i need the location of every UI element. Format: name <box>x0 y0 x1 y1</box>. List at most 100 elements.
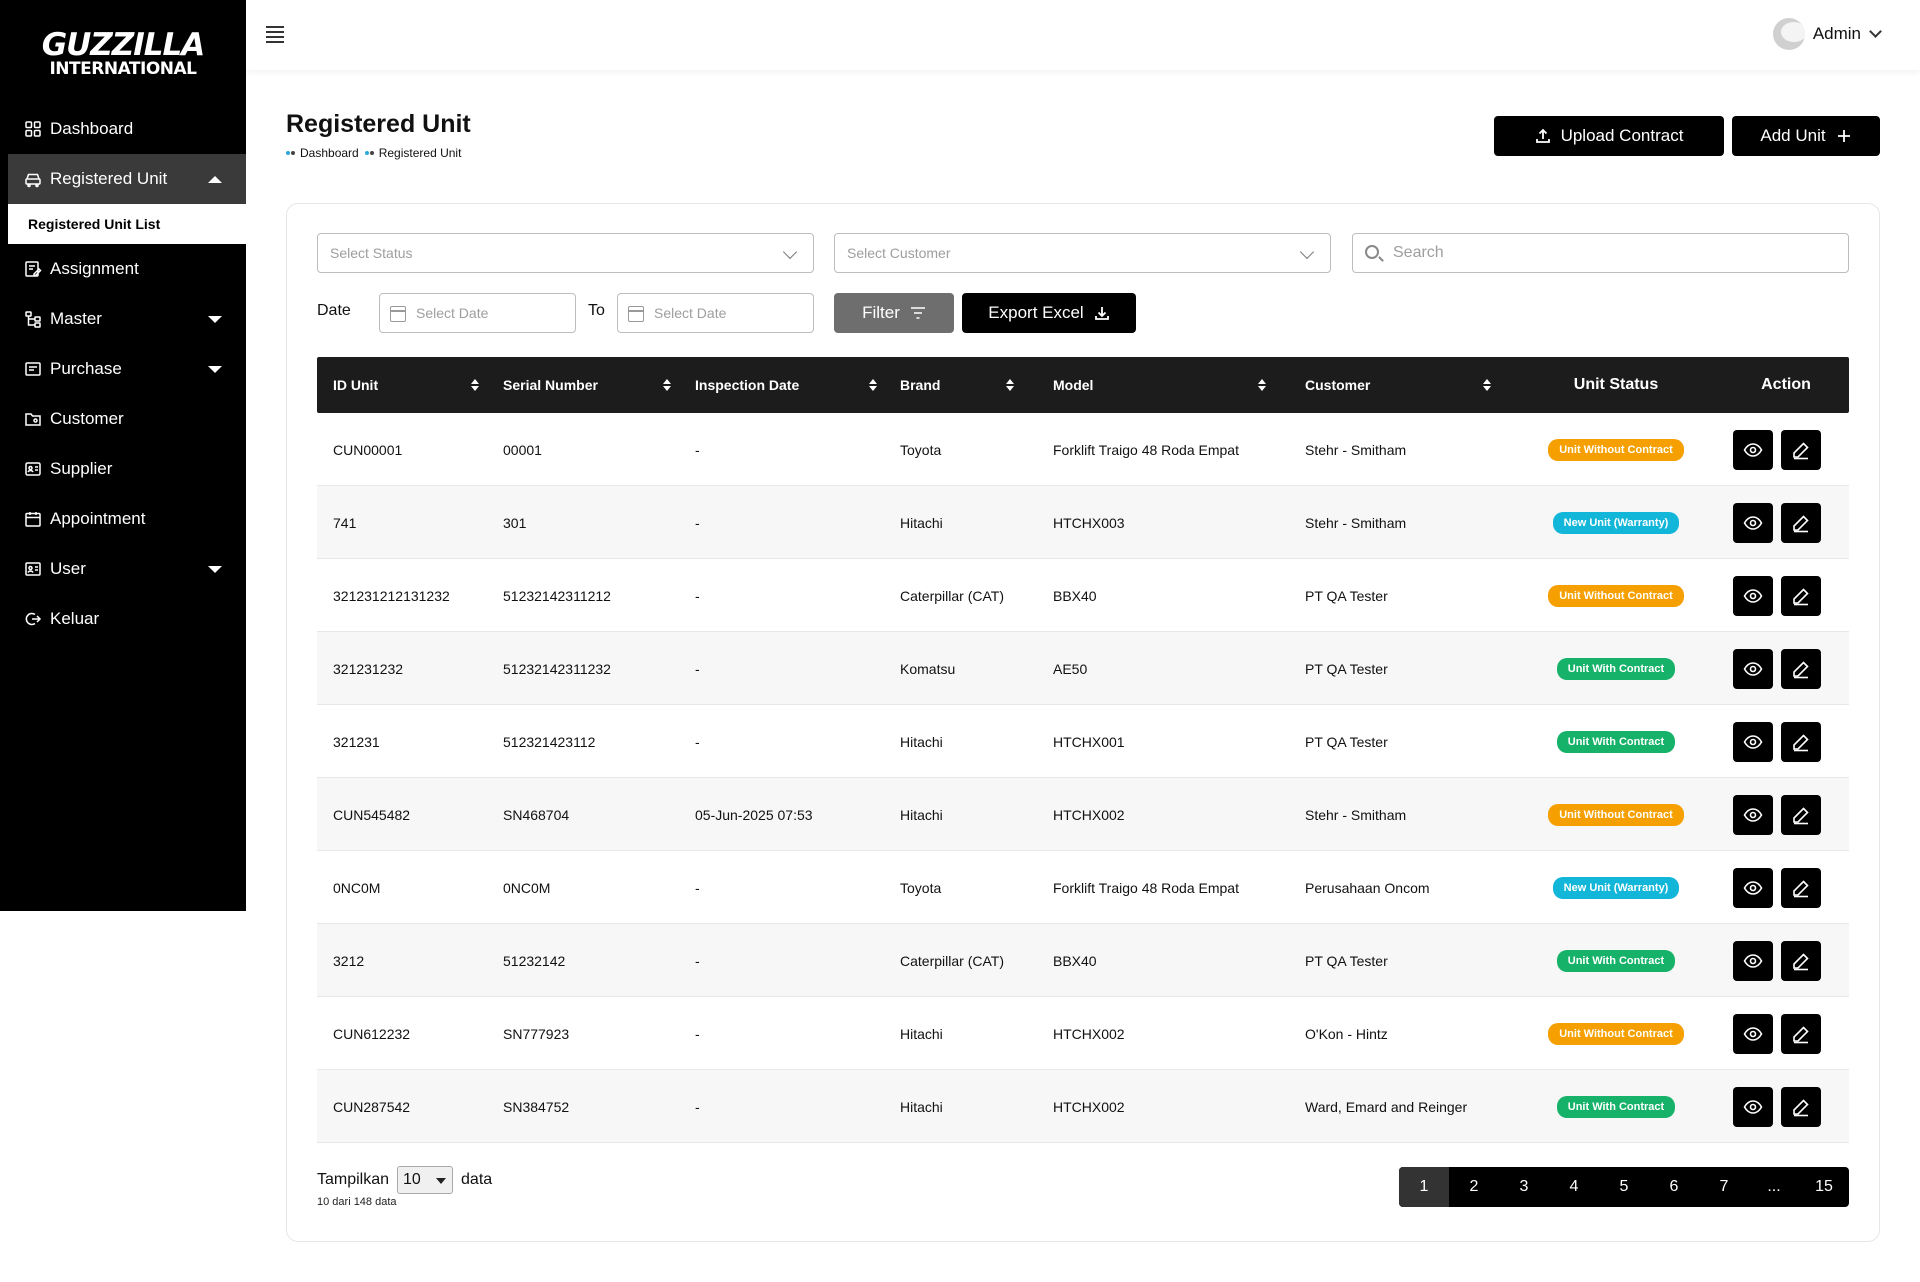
page-size-select[interactable]: 10 <box>397 1166 454 1194</box>
export-excel-button[interactable]: Export Excel <box>962 293 1136 333</box>
cell-unit-status: Unit With Contract <box>1513 632 1719 705</box>
sidebar-item-appointment[interactable]: Appointment <box>0 494 246 544</box>
view-button[interactable] <box>1733 576 1773 616</box>
view-button[interactable] <box>1733 941 1773 981</box>
cell-serial-number: 51232142311232 <box>503 660 611 677</box>
status-select[interactable]: Select Status <box>317 233 814 273</box>
chevron-down-icon <box>1299 244 1315 260</box>
status-select-placeholder: Select Status <box>330 245 413 261</box>
view-button[interactable] <box>1733 1087 1773 1127</box>
sidebar: GUZZILLA INTERNATIONAL Dashboard Registe… <box>0 0 246 911</box>
col-brand[interactable]: Brand <box>900 357 1020 413</box>
cell-unit-status: Unit With Contract <box>1513 924 1719 997</box>
col-model[interactable]: Model <box>1053 357 1273 413</box>
user-menu[interactable]: Admin <box>1772 18 1882 50</box>
page-button-1[interactable]: 1 <box>1399 1167 1449 1207</box>
sidebar-item-keluar[interactable]: Keluar <box>0 594 246 644</box>
view-button[interactable] <box>1733 430 1773 470</box>
edit-button[interactable] <box>1781 941 1821 981</box>
status-badge: Unit Without Contract <box>1548 438 1684 461</box>
search-input[interactable]: Search <box>1352 233 1849 273</box>
cell-model: HTCHX002 <box>1053 806 1125 823</box>
date-to-placeholder: Select Date <box>654 305 727 321</box>
chevron-down-icon <box>1869 25 1882 38</box>
col-serial-number[interactable]: Serial Number <box>503 357 671 413</box>
folder-user-icon <box>24 410 42 428</box>
page-button-7[interactable]: 7 <box>1699 1167 1749 1207</box>
status-badge: Unit With Contract <box>1556 657 1676 680</box>
date-from-input[interactable]: Select Date <box>379 293 576 333</box>
breadcrumb-dot-icon <box>286 148 296 158</box>
cell-unit-status: Unit Without Contract <box>1513 997 1719 1070</box>
sidebar-item-supplier[interactable]: Supplier <box>0 444 246 494</box>
cell-customer: Stehr - Smitham <box>1305 514 1407 531</box>
page-button-5[interactable]: 5 <box>1599 1167 1649 1207</box>
customer-select[interactable]: Select Customer <box>834 233 1331 273</box>
pagination: 1 2 3 4 5 6 7... 15 <box>1399 1167 1849 1207</box>
eye-icon <box>1743 1027 1763 1041</box>
sidebar-item-user[interactable]: User <box>0 544 246 594</box>
view-button[interactable] <box>1733 868 1773 908</box>
page-button-2[interactable]: 2 <box>1449 1167 1499 1207</box>
edit-button[interactable] <box>1781 1014 1821 1054</box>
sidebar-item-customer[interactable]: Customer <box>0 394 246 444</box>
breadcrumb-dashboard[interactable]: Dashboard <box>300 146 359 160</box>
breadcrumb-registered-unit: Registered Unit <box>378 146 462 160</box>
page-button-4[interactable]: 4 <box>1549 1167 1599 1207</box>
cell-serial-number: SN777923 <box>503 1025 570 1042</box>
page-button-6[interactable]: 6 <box>1649 1167 1699 1207</box>
sidebar-subitem-registered-unit-list[interactable]: Registered Unit List <box>8 204 246 244</box>
cell-serial-number: 51232142311212 <box>503 587 611 604</box>
sidebar-item-purchase[interactable]: Purchase <box>0 344 246 394</box>
cell-unit-status: Unit With Contract <box>1513 1070 1719 1143</box>
page-button-3[interactable]: 3 <box>1499 1167 1549 1207</box>
sort-icon <box>471 379 479 391</box>
hierarchy-icon <box>24 310 42 328</box>
sidebar-item-assignment[interactable]: Assignment <box>0 244 246 294</box>
avatar <box>1772 18 1805 50</box>
date-to-input[interactable]: Select Date <box>617 293 814 333</box>
col-inspection-date[interactable]: Inspection Date <box>695 357 877 413</box>
page-button-15[interactable]: 15 <box>1799 1167 1849 1207</box>
add-unit-label: Add Unit <box>1760 126 1826 145</box>
eye-icon <box>1743 1100 1763 1114</box>
cell-unit-status: Unit Without Contract <box>1513 778 1719 851</box>
clipboard-edit-icon <box>24 260 42 278</box>
cell-customer: O'Kon - Hintz <box>1305 1025 1388 1042</box>
sidebar-item-master[interactable]: Master <box>0 294 246 344</box>
cell-id-unit: 3212 <box>333 952 365 969</box>
col-id-unit[interactable]: ID Unit <box>333 357 479 413</box>
edit-button[interactable] <box>1781 722 1821 762</box>
view-button[interactable] <box>1733 503 1773 543</box>
cell-model: HTCHX003 <box>1053 514 1125 531</box>
edit-button[interactable] <box>1781 430 1821 470</box>
view-button[interactable] <box>1733 722 1773 762</box>
table-row: 3212 51232142 - Caterpillar (CAT) BBX40 PT QA… <box>317 924 1849 997</box>
col-customer[interactable]: Customer <box>1305 357 1505 413</box>
col-label: Action <box>1761 376 1811 393</box>
download-icon <box>1094 307 1109 320</box>
sidebar-item-registered-unit[interactable]: Registered Unit <box>8 154 246 204</box>
col-label: Unit Status <box>1573 376 1659 393</box>
cell-model: HTCHX001 <box>1053 733 1125 750</box>
add-unit-button[interactable]: Add Unit <box>1732 116 1880 156</box>
cell-inspection-date: - <box>695 587 700 604</box>
edit-button[interactable] <box>1781 1087 1821 1127</box>
edit-button[interactable] <box>1781 503 1821 543</box>
filter-button[interactable]: Filter <box>834 293 954 333</box>
edit-button[interactable] <box>1781 649 1821 689</box>
cell-serial-number: 51232142 <box>503 952 566 969</box>
view-button[interactable] <box>1733 1014 1773 1054</box>
cell-serial-number: SN384752 <box>503 1098 570 1115</box>
view-button[interactable] <box>1733 649 1773 689</box>
menu-icon[interactable] <box>266 26 284 43</box>
edit-button[interactable] <box>1781 576 1821 616</box>
edit-button[interactable] <box>1781 868 1821 908</box>
search-icon <box>1365 245 1379 259</box>
data-label: data <box>461 1171 493 1188</box>
view-button[interactable] <box>1733 795 1773 835</box>
edit-button[interactable] <box>1781 795 1821 835</box>
upload-contract-button[interactable]: Upload Contract <box>1494 116 1724 156</box>
sidebar-item-dashboard[interactable]: Dashboard <box>0 104 246 154</box>
cell-serial-number: 301 <box>503 514 527 531</box>
